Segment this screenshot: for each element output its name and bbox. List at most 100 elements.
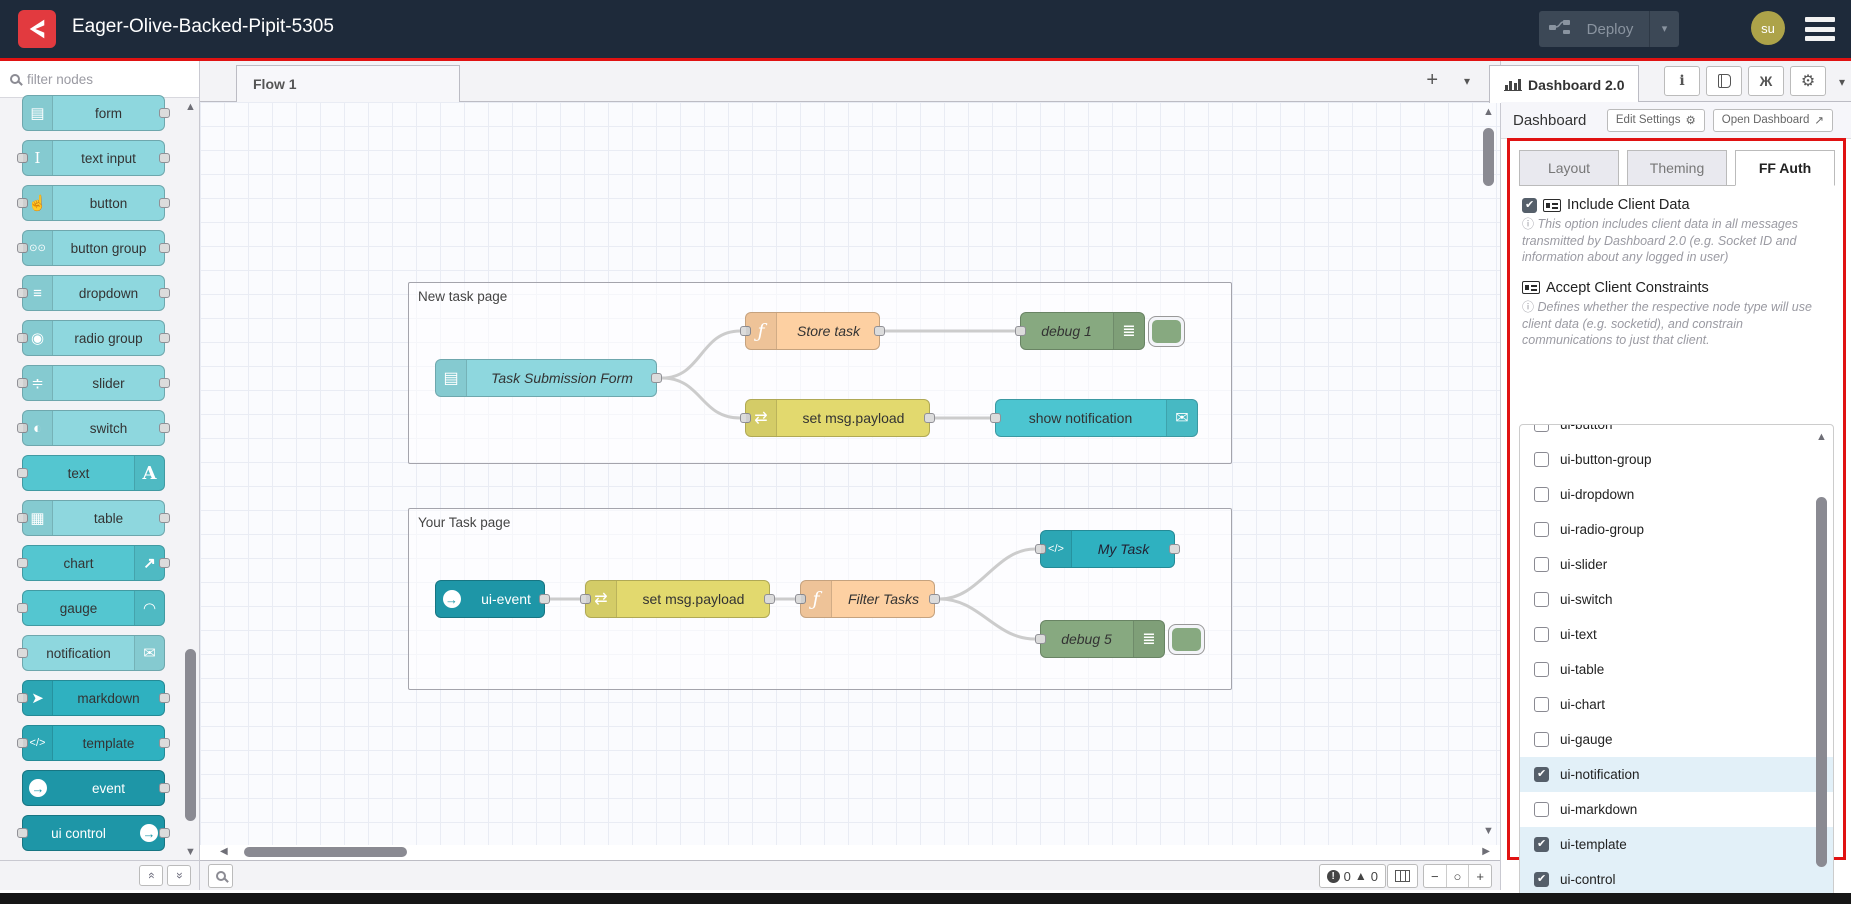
sidebar-menu-caret[interactable]: ▾	[1839, 75, 1845, 89]
node-debug-1[interactable]: debug 1 ≣	[1020, 312, 1145, 350]
scrollbar-thumb[interactable]	[1483, 128, 1494, 186]
main-menu-icon[interactable]	[1805, 17, 1835, 41]
flow-list-caret[interactable]: ▾	[1464, 74, 1470, 88]
output-port[interactable]	[159, 828, 170, 838]
output-port[interactable]	[159, 558, 170, 568]
node-ui-event[interactable]: → ui-event	[435, 580, 545, 618]
checkbox[interactable]	[1534, 557, 1549, 572]
output-port[interactable]	[924, 413, 935, 423]
palette-node-text-input[interactable]: Itext input	[22, 140, 165, 176]
palette-search[interactable]: filter nodes	[0, 61, 199, 98]
info-tab-button[interactable]: i	[1664, 66, 1700, 96]
palette-scrollbar[interactable]: ▲ ▼	[184, 101, 198, 858]
canvas-horizontal-scrollbar[interactable]: ◀ ▶	[200, 845, 1500, 860]
palette-node-gauge[interactable]: gauge◠	[22, 590, 165, 626]
list-item-ui-notification[interactable]: ui-notification	[1520, 757, 1833, 792]
palette-node-markdown[interactable]: ➤markdown	[22, 680, 165, 716]
search-flows-button[interactable]	[208, 864, 233, 888]
checkbox[interactable]	[1534, 522, 1549, 537]
palette-node-button[interactable]: ☝button	[22, 185, 165, 221]
palette-node-switch[interactable]: ◐switch	[22, 410, 165, 446]
tab-layout[interactable]: Layout	[1519, 150, 1619, 186]
output-port[interactable]	[159, 783, 170, 793]
list-item-ui-markdown[interactable]: ui-markdown	[1520, 792, 1833, 827]
scroll-down-icon[interactable]: ▼	[184, 846, 197, 858]
list-scrollbar[interactable]: ▲ ▼	[1815, 425, 1831, 904]
list-item-ui-radio-group[interactable]: ui-radio-group	[1520, 512, 1833, 547]
node-filter-tasks[interactable]: ƒ Filter Tasks	[800, 580, 935, 618]
list-item-ui-chart[interactable]: ui-chart	[1520, 687, 1833, 722]
output-port[interactable]	[159, 738, 170, 748]
node-my-task[interactable]: </> My Task	[1040, 530, 1175, 568]
notification-counters[interactable]: ! 0 ▲ 0	[1319, 864, 1386, 888]
palette-node-radio-group[interactable]: ◉radio group	[22, 320, 165, 356]
debug-tab-button[interactable]: Ж	[1748, 66, 1784, 96]
node-task-submission-form[interactable]: ▤ Task Submission Form	[435, 359, 657, 397]
scroll-right-icon[interactable]: ▶	[1482, 846, 1490, 857]
config-tab-button[interactable]: ⚙	[1790, 66, 1826, 96]
scroll-left-icon[interactable]: ◀	[220, 846, 228, 857]
deploy-options-caret[interactable]: ▾	[1649, 11, 1679, 47]
palette-node-table[interactable]: ▦table	[22, 500, 165, 536]
list-item-ui-text[interactable]: ui-text	[1520, 617, 1833, 652]
output-port[interactable]	[159, 198, 170, 208]
scrollbar-thumb[interactable]	[1816, 497, 1827, 867]
list-item-ui-slider[interactable]: ui-slider	[1520, 547, 1833, 582]
palette-node-slider[interactable]: ≑slider	[22, 365, 165, 401]
tab-ff-auth[interactable]: FF Auth	[1735, 150, 1835, 186]
list-item-ui-button-group[interactable]: ui-button-group	[1520, 442, 1833, 477]
list-item-ui-template[interactable]: ui-template	[1520, 827, 1833, 862]
list-item-ui-button[interactable]: ui-button	[1520, 424, 1833, 442]
node-set-msg-payload-2[interactable]: ⇄ set msg.payload	[585, 580, 770, 618]
flow-canvas[interactable]: New task page Your Task page ▤ Task Subm…	[200, 102, 1500, 845]
zoom-in-button[interactable]: +	[1468, 865, 1491, 887]
user-avatar[interactable]: su	[1751, 11, 1785, 45]
output-port[interactable]	[159, 153, 170, 163]
checkbox[interactable]	[1534, 487, 1549, 502]
zoom-out-button[interactable]: −	[1424, 865, 1446, 887]
checkbox[interactable]	[1534, 837, 1549, 852]
palette-node-event[interactable]: →event	[22, 770, 165, 806]
debug-toggle-button[interactable]	[1168, 624, 1205, 655]
expand-categories-button[interactable]: »	[167, 865, 191, 886]
list-item-ui-gauge[interactable]: ui-gauge	[1520, 722, 1833, 757]
checkbox[interactable]	[1534, 627, 1549, 642]
scrollbar-thumb[interactable]	[185, 649, 196, 821]
scroll-up-icon[interactable]: ▲	[1815, 431, 1828, 443]
checkbox[interactable]	[1534, 662, 1549, 677]
output-port[interactable]	[1169, 544, 1180, 554]
checkbox[interactable]	[1534, 452, 1549, 467]
list-item-ui-switch[interactable]: ui-switch	[1520, 582, 1833, 617]
node-show-notification[interactable]: show notification ✉	[995, 399, 1198, 437]
deploy-button[interactable]: Deploy ▾	[1539, 11, 1679, 47]
navigator-toggle[interactable]	[1387, 864, 1418, 888]
edit-settings-button[interactable]: Edit Settings ⚙	[1607, 109, 1705, 132]
tab-dashboard-2[interactable]: Dashboard 2.0	[1489, 65, 1639, 103]
scrollbar-thumb[interactable]	[244, 847, 407, 857]
checkbox[interactable]	[1534, 872, 1549, 887]
output-port[interactable]	[159, 423, 170, 433]
tab-flow-1[interactable]: Flow 1	[236, 65, 460, 102]
checkbox[interactable]	[1534, 732, 1549, 747]
output-port[interactable]	[159, 333, 170, 343]
checkbox[interactable]	[1534, 592, 1549, 607]
list-item-ui-dropdown[interactable]: ui-dropdown	[1520, 477, 1833, 512]
scroll-up-icon[interactable]: ▲	[184, 101, 197, 113]
palette-node-form[interactable]: ▤form	[22, 95, 165, 131]
node-store-task[interactable]: ƒ Store task	[745, 312, 880, 350]
open-dashboard-button[interactable]: Open Dashboard ↗	[1713, 109, 1833, 132]
help-tab-button[interactable]	[1706, 66, 1742, 96]
output-port[interactable]	[159, 108, 170, 118]
checkbox[interactable]	[1534, 767, 1549, 782]
checkbox[interactable]	[1534, 424, 1549, 432]
output-port[interactable]	[159, 378, 170, 388]
collapse-categories-button[interactable]: «	[139, 865, 163, 886]
checkbox[interactable]	[1534, 802, 1549, 817]
output-port[interactable]	[159, 288, 170, 298]
palette-node-ui-control[interactable]: ui control→	[22, 815, 165, 851]
include-client-data-checkbox[interactable]	[1522, 198, 1537, 213]
palette-node-template[interactable]: </>template	[22, 725, 165, 761]
palette-node-chart[interactable]: chart↗	[22, 545, 165, 581]
checkbox[interactable]	[1534, 697, 1549, 712]
canvas-vertical-scrollbar[interactable]: ▲ ▼	[1482, 106, 1496, 837]
